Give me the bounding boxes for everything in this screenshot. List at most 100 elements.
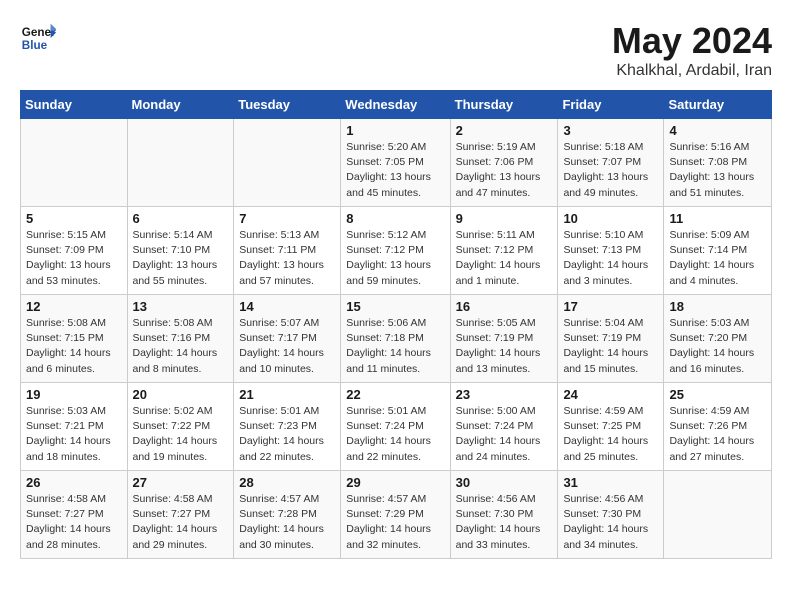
day-info: Sunrise: 5:19 AMSunset: 7:06 PMDaylight:… bbox=[456, 140, 553, 201]
calendar-cell: 1 Sunrise: 5:20 AMSunset: 7:05 PMDaylight… bbox=[341, 119, 450, 207]
day-info: Sunrise: 5:01 AMSunset: 7:23 PMDaylight:… bbox=[239, 404, 335, 465]
calendar-cell: 7 Sunrise: 5:13 AMSunset: 7:11 PMDaylight… bbox=[234, 207, 341, 295]
calendar-cell: 4 Sunrise: 5:16 AMSunset: 7:08 PMDaylight… bbox=[664, 119, 772, 207]
calendar-cell: 26 Sunrise: 4:58 AMSunset: 7:27 PMDayligh… bbox=[21, 471, 128, 559]
calendar-cell: 17Sunrise: 5:04 AMSunset: 7:19 PMDayligh… bbox=[558, 295, 664, 383]
weekday-header-wednesday: Wednesday bbox=[341, 91, 450, 119]
day-info: Sunrise: 4:56 AMSunset: 7:30 PMDaylight:… bbox=[563, 492, 658, 553]
day-number: 3 bbox=[563, 123, 658, 138]
day-number: 10 bbox=[563, 211, 658, 226]
day-info: Sunrise: 4:57 AMSunset: 7:29 PMDaylight:… bbox=[346, 492, 444, 553]
day-info: Sunrise: 5:07 AMSunset: 7:17 PMDaylight:… bbox=[239, 316, 335, 377]
day-info: Sunrise: 5:16 AMSunset: 7:08 PMDaylight:… bbox=[669, 140, 766, 201]
day-number: 19 bbox=[26, 387, 122, 402]
calendar-cell: 23 Sunrise: 5:00 AMSunset: 7:24 PMDayligh… bbox=[450, 383, 558, 471]
day-info: Sunrise: 5:08 AMSunset: 7:15 PMDaylight:… bbox=[26, 316, 122, 377]
month-title: May 2024 bbox=[612, 20, 772, 62]
title-block: May 2024 Khalkhal, Ardabil, Iran bbox=[612, 20, 772, 80]
calendar-cell bbox=[127, 119, 234, 207]
location-title: Khalkhal, Ardabil, Iran bbox=[612, 62, 772, 80]
calendar-cell: 10Sunrise: 5:10 AMSunset: 7:13 PMDayligh… bbox=[558, 207, 664, 295]
day-info: Sunrise: 5:00 AMSunset: 7:24 PMDaylight:… bbox=[456, 404, 553, 465]
calendar-cell: 12 Sunrise: 5:08 AMSunset: 7:15 PMDayligh… bbox=[21, 295, 128, 383]
calendar-cell bbox=[21, 119, 128, 207]
day-number: 21 bbox=[239, 387, 335, 402]
calendar-cell bbox=[664, 471, 772, 559]
day-info: Sunrise: 5:14 AMSunset: 7:10 PMDaylight:… bbox=[133, 228, 229, 289]
calendar-cell: 2 Sunrise: 5:19 AMSunset: 7:06 PMDaylight… bbox=[450, 119, 558, 207]
weekday-header-tuesday: Tuesday bbox=[234, 91, 341, 119]
day-info: Sunrise: 5:09 AMSunset: 7:14 PMDaylight:… bbox=[669, 228, 766, 289]
calendar-cell: 19 Sunrise: 5:03 AMSunset: 7:21 PMDayligh… bbox=[21, 383, 128, 471]
calendar-cell: 30 Sunrise: 4:56 AMSunset: 7:30 PMDayligh… bbox=[450, 471, 558, 559]
calendar-cell bbox=[234, 119, 341, 207]
calendar-cell: 24 Sunrise: 4:59 AMSunset: 7:25 PMDayligh… bbox=[558, 383, 664, 471]
day-number: 14 bbox=[239, 299, 335, 314]
calendar-cell: 13 Sunrise: 5:08 AMSunset: 7:16 PMDayligh… bbox=[127, 295, 234, 383]
page-header: General Blue May 2024 Khalkhal, Ardabil,… bbox=[20, 20, 772, 80]
day-number: 23 bbox=[456, 387, 553, 402]
day-info: Sunrise: 5:06 AMSunset: 7:18 PMDaylight:… bbox=[346, 316, 444, 377]
day-info: Sunrise: 4:58 AMSunset: 7:27 PMDaylight:… bbox=[26, 492, 122, 553]
day-number: 20 bbox=[133, 387, 229, 402]
day-info: Sunrise: 4:59 AMSunset: 7:25 PMDaylight:… bbox=[563, 404, 658, 465]
calendar-cell: 20 Sunrise: 5:02 AMSunset: 7:22 PMDayligh… bbox=[127, 383, 234, 471]
day-number: 30 bbox=[456, 475, 553, 490]
day-number: 4 bbox=[669, 123, 766, 138]
day-number: 24 bbox=[563, 387, 658, 402]
calendar-cell: 29 Sunrise: 4:57 AMSunset: 7:29 PMDayligh… bbox=[341, 471, 450, 559]
day-number: 13 bbox=[133, 299, 229, 314]
day-number: 5 bbox=[26, 211, 122, 226]
day-info: Sunrise: 5:12 AMSunset: 7:12 PMDaylight:… bbox=[346, 228, 444, 289]
calendar-cell: 27Sunrise: 4:58 AMSunset: 7:27 PMDayligh… bbox=[127, 471, 234, 559]
calendar-cell: 15 Sunrise: 5:06 AMSunset: 7:18 PMDayligh… bbox=[341, 295, 450, 383]
day-info: Sunrise: 4:59 AMSunset: 7:26 PMDaylight:… bbox=[669, 404, 766, 465]
day-info: Sunrise: 5:13 AMSunset: 7:11 PMDaylight:… bbox=[239, 228, 335, 289]
day-number: 15 bbox=[346, 299, 444, 314]
day-number: 12 bbox=[26, 299, 122, 314]
day-number: 1 bbox=[346, 123, 444, 138]
svg-text:Blue: Blue bbox=[22, 39, 48, 52]
day-number: 26 bbox=[26, 475, 122, 490]
calendar-cell: 16 Sunrise: 5:05 AMSunset: 7:19 PMDayligh… bbox=[450, 295, 558, 383]
day-info: Sunrise: 5:03 AMSunset: 7:20 PMDaylight:… bbox=[669, 316, 766, 377]
calendar-cell: 3Sunrise: 5:18 AMSunset: 7:07 PMDaylight… bbox=[558, 119, 664, 207]
day-info: Sunrise: 5:20 AMSunset: 7:05 PMDaylight:… bbox=[346, 140, 444, 201]
logo-icon: General Blue bbox=[20, 20, 56, 56]
calendar-cell: 8Sunrise: 5:12 AMSunset: 7:12 PMDaylight… bbox=[341, 207, 450, 295]
weekday-header-thursday: Thursday bbox=[450, 91, 558, 119]
day-number: 6 bbox=[133, 211, 229, 226]
day-info: Sunrise: 5:11 AMSunset: 7:12 PMDaylight:… bbox=[456, 228, 553, 289]
day-number: 29 bbox=[346, 475, 444, 490]
day-info: Sunrise: 5:03 AMSunset: 7:21 PMDaylight:… bbox=[26, 404, 122, 465]
logo: General Blue bbox=[20, 20, 56, 56]
day-number: 9 bbox=[456, 211, 553, 226]
day-number: 25 bbox=[669, 387, 766, 402]
calendar-cell: 18Sunrise: 5:03 AMSunset: 7:20 PMDayligh… bbox=[664, 295, 772, 383]
weekday-header-monday: Monday bbox=[127, 91, 234, 119]
calendar-cell: 6 Sunrise: 5:14 AMSunset: 7:10 PMDaylight… bbox=[127, 207, 234, 295]
weekday-header-sunday: Sunday bbox=[21, 91, 128, 119]
day-info: Sunrise: 5:01 AMSunset: 7:24 PMDaylight:… bbox=[346, 404, 444, 465]
calendar-table: SundayMondayTuesdayWednesdayThursdayFrid… bbox=[20, 90, 772, 559]
day-info: Sunrise: 5:05 AMSunset: 7:19 PMDaylight:… bbox=[456, 316, 553, 377]
day-info: Sunrise: 5:02 AMSunset: 7:22 PMDaylight:… bbox=[133, 404, 229, 465]
calendar-cell: 5 Sunrise: 5:15 AMSunset: 7:09 PMDaylight… bbox=[21, 207, 128, 295]
day-info: Sunrise: 5:08 AMSunset: 7:16 PMDaylight:… bbox=[133, 316, 229, 377]
calendar-cell: 22 Sunrise: 5:01 AMSunset: 7:24 PMDayligh… bbox=[341, 383, 450, 471]
day-number: 7 bbox=[239, 211, 335, 226]
day-number: 11 bbox=[669, 211, 766, 226]
day-info: Sunrise: 5:15 AMSunset: 7:09 PMDaylight:… bbox=[26, 228, 122, 289]
day-info: Sunrise: 4:57 AMSunset: 7:28 PMDaylight:… bbox=[239, 492, 335, 553]
day-info: Sunrise: 4:56 AMSunset: 7:30 PMDaylight:… bbox=[456, 492, 553, 553]
day-number: 22 bbox=[346, 387, 444, 402]
calendar-cell: 9 Sunrise: 5:11 AMSunset: 7:12 PMDaylight… bbox=[450, 207, 558, 295]
day-number: 27 bbox=[133, 475, 229, 490]
day-number: 28 bbox=[239, 475, 335, 490]
calendar-cell: 31 Sunrise: 4:56 AMSunset: 7:30 PMDayligh… bbox=[558, 471, 664, 559]
weekday-header-saturday: Saturday bbox=[664, 91, 772, 119]
day-number: 16 bbox=[456, 299, 553, 314]
calendar-cell: 14 Sunrise: 5:07 AMSunset: 7:17 PMDayligh… bbox=[234, 295, 341, 383]
day-number: 31 bbox=[563, 475, 658, 490]
day-number: 2 bbox=[456, 123, 553, 138]
